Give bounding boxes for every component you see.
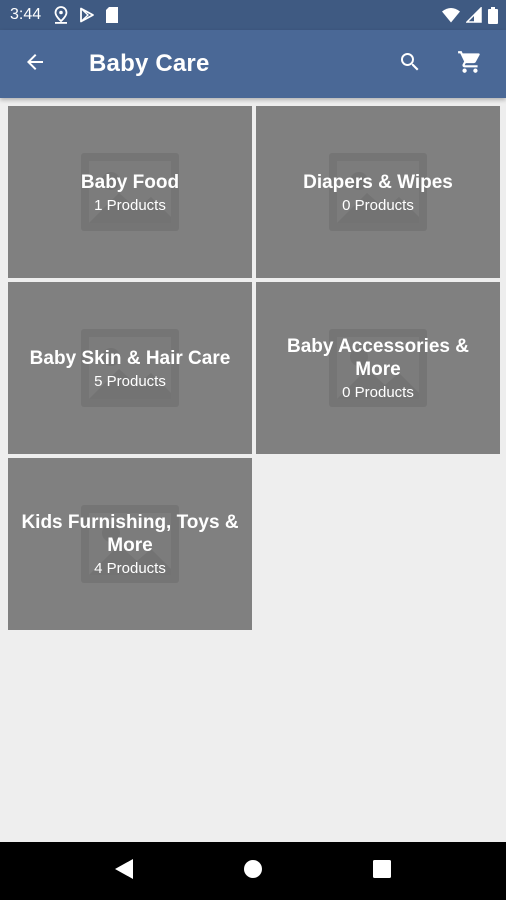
category-grid: Baby Food 1 Products Diapers & Wipes 0 P… <box>8 106 500 630</box>
status-right-icons <box>442 6 498 24</box>
category-tile-kids-furnishing-toys[interactable]: Kids Furnishing, Toys & More 4 Products <box>8 458 252 630</box>
category-tile-diapers-wipes[interactable]: Diapers & Wipes 0 Products <box>256 106 500 278</box>
status-bar: 3:44 <box>0 0 506 30</box>
play-store-icon <box>79 7 95 23</box>
search-button[interactable] <box>386 40 434 88</box>
category-count: 0 Products <box>342 384 414 401</box>
category-count: 5 Products <box>94 372 166 390</box>
category-name: Baby Skin & Hair Care <box>29 347 231 369</box>
category-name: Diapers & Wipes <box>303 171 453 193</box>
nav-recents-button[interactable] <box>352 847 412 895</box>
page-title: Baby Care <box>89 50 210 77</box>
category-name: Baby Accessories & More <box>286 336 469 380</box>
category-tile-baby-skin-hair-care[interactable]: Baby Skin & Hair Care 5 Products <box>8 282 252 454</box>
back-triangle-icon <box>114 858 134 885</box>
app-bar: Baby Care <box>0 30 506 98</box>
system-nav-bar <box>0 842 506 900</box>
cart-icon <box>457 49 483 80</box>
back-button[interactable] <box>11 40 59 88</box>
cart-button[interactable] <box>446 40 494 88</box>
category-count: 1 Products <box>94 196 166 214</box>
category-tile-baby-accessories[interactable]: Baby Accessories & More 0 Products <box>256 282 500 454</box>
home-circle-icon <box>243 859 263 884</box>
app-bar-actions <box>374 40 494 88</box>
search-icon <box>398 50 422 79</box>
sd-card-icon <box>105 7 119 23</box>
nav-back-button[interactable] <box>94 847 154 895</box>
location-icon <box>53 6 69 24</box>
status-time: 3:44 <box>10 6 42 23</box>
status-left-icons <box>53 6 119 24</box>
wifi-icon <box>442 7 460 23</box>
nav-home-button[interactable] <box>223 847 283 895</box>
category-name: Baby Food <box>80 171 180 193</box>
signal-icon <box>466 7 482 23</box>
category-count: 0 Products <box>342 196 414 214</box>
category-tile-baby-food[interactable]: Baby Food 1 Products <box>8 106 252 278</box>
battery-icon <box>488 6 498 24</box>
category-name: Kids Furnishing, Toys & More <box>21 512 239 556</box>
arrow-back-icon <box>23 50 47 79</box>
category-count: 4 Products <box>94 560 166 577</box>
recents-square-icon <box>372 859 391 883</box>
